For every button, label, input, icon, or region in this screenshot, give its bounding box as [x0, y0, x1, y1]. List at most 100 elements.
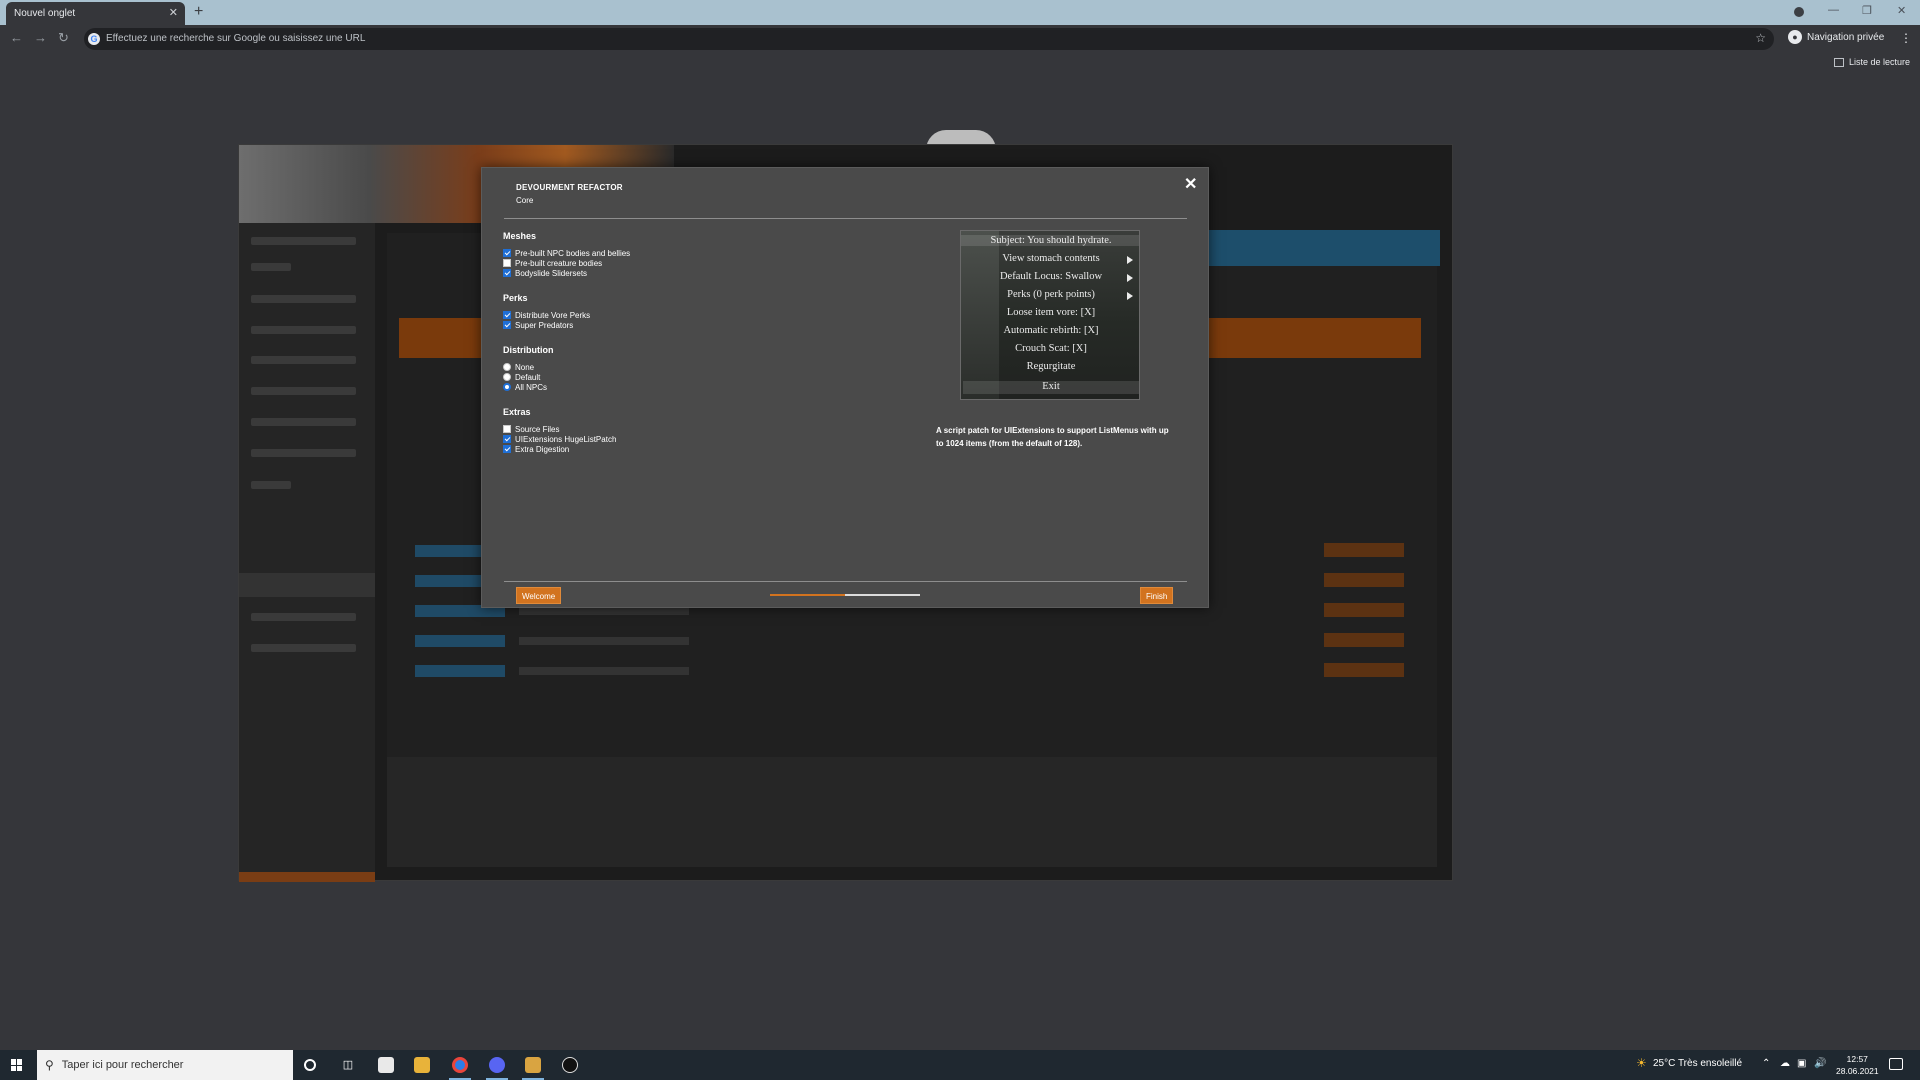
install-progress-bar	[770, 594, 920, 596]
clock-date: 28.06.2021	[1836, 1066, 1879, 1076]
reading-list-label: Liste de lecture	[1848, 57, 1910, 67]
option-bodyslide-slidersets[interactable]: Bodyslide Slidersets	[503, 268, 587, 278]
chrome-icon[interactable]	[452, 1057, 468, 1073]
tab-close-icon[interactable]: ✕	[169, 6, 178, 19]
incognito-indicator-icon	[1794, 7, 1804, 17]
background-list-row-text	[519, 667, 689, 675]
option-label: UIExtensions HugeListPatch	[515, 434, 617, 444]
dialog-title: DEVOURMENT REFACTOR	[516, 183, 623, 192]
checkbox[interactable]	[503, 259, 511, 267]
option-distribute-vore-perks[interactable]: Distribute Vore Perks	[503, 310, 590, 320]
option-label: All NPCs	[515, 382, 548, 392]
background-sidebar	[239, 223, 375, 882]
weather-icon[interactable]: ☀	[1636, 1056, 1647, 1070]
group-title-extras: Extras	[503, 407, 531, 417]
finish-button[interactable]: Finish	[1140, 587, 1174, 604]
option-prebuilt-npc-bodies[interactable]: Pre-built NPC bodies and bellies	[503, 248, 630, 258]
forward-icon[interactable]: →	[34, 30, 47, 45]
tray-chevron-icon[interactable]: ⌃	[1762, 1058, 1770, 1069]
radio-button[interactable]	[503, 363, 511, 371]
windows-start-icon[interactable]	[11, 1059, 23, 1071]
background-sidebar-item	[251, 481, 291, 489]
checkbox[interactable]	[503, 311, 511, 319]
cortana-icon[interactable]	[304, 1059, 316, 1071]
steam-icon[interactable]	[562, 1057, 578, 1073]
omnibox[interactable]: G Effectuez une recherche sur Google ou …	[84, 28, 1774, 50]
browser-menu-icon[interactable]: ⋮	[1900, 31, 1912, 45]
radio-button[interactable]	[503, 383, 511, 391]
option-distribution-none[interactable]: None	[503, 362, 534, 372]
checkbox[interactable]	[503, 249, 511, 257]
google-icon: G	[88, 33, 100, 45]
checkbox[interactable]	[503, 269, 511, 277]
option-description: A script patch for UIExtensions to suppo…	[936, 426, 1169, 448]
weather-label[interactable]: 25°C Très ensoleillé	[1653, 1058, 1742, 1069]
tab-new-tab[interactable]: Nouvel onglet ✕	[6, 2, 185, 25]
background-list-row-button	[1324, 633, 1404, 647]
preview-line: View stomach contents	[1002, 253, 1100, 264]
option-label: Pre-built creature bodies	[515, 258, 603, 268]
option-prebuilt-creature-bodies[interactable]: Pre-built creature bodies	[503, 258, 602, 268]
file-explorer-icon[interactable]	[414, 1057, 430, 1073]
new-tab-button[interactable]: +	[194, 3, 203, 21]
preview-line: Default Locus: Swallow	[999, 271, 1103, 282]
option-label: Extra Digestion	[515, 444, 570, 454]
option-extra-digestion[interactable]: Extra Digestion	[503, 444, 569, 454]
install-progress-fill	[770, 594, 845, 596]
option-distribution-default[interactable]: Default	[503, 372, 540, 382]
installer-dialog: DEVOURMENT REFACTOR Core ✕ Meshes Pre-bu…	[481, 167, 1209, 608]
option-label: None	[515, 362, 535, 372]
bookmark-star-icon[interactable]: ☆	[1755, 31, 1766, 45]
reading-list-icon	[1833, 57, 1844, 67]
background-sidebar-item	[251, 418, 356, 426]
option-distribution-all-npcs[interactable]: All NPCs	[503, 382, 547, 392]
private-label: Navigation privée	[1807, 31, 1885, 43]
checkbox[interactable]	[503, 445, 511, 453]
browser-toolbar: ← → ↻ G Effectuez une recherche sur Goog…	[0, 25, 1920, 53]
checkbox[interactable]	[503, 435, 511, 443]
option-label: Default	[515, 372, 541, 382]
back-icon[interactable]: ←	[10, 30, 23, 45]
search-icon: ⚲	[45, 1058, 54, 1072]
reading-list-button[interactable]: Liste de lecture	[1833, 57, 1910, 67]
back-welcome-button[interactable]: Welcome	[516, 587, 562, 604]
background-list-row-button	[1324, 603, 1404, 617]
background-sidebar-progress	[239, 872, 375, 882]
windows-taskbar: ⚲ Taper ici pour rechercher ◫ ☀ 25°C Trè…	[0, 1050, 1920, 1080]
network-icon[interactable]: ▣	[1797, 1058, 1806, 1069]
taskbar-search-box[interactable]: ⚲ Taper ici pour rechercher	[37, 1050, 293, 1080]
option-super-predators[interactable]: Super Predators	[503, 320, 573, 330]
bookmarks-bar: Liste de lecture	[0, 53, 1920, 73]
minimize-icon[interactable]: —	[1828, 4, 1839, 16]
option-source-files[interactable]: Source Files	[503, 424, 559, 434]
system-clock[interactable]: 12:57 28.06.2021	[1836, 1053, 1879, 1077]
background-list-row	[415, 665, 505, 677]
notepad-icon[interactable]	[378, 1057, 394, 1073]
option-preview-image: Subject: You should hydrate. View stomac…	[960, 230, 1140, 400]
option-uiextensions-hugelistpatch[interactable]: UIExtensions HugeListPatch	[503, 434, 616, 444]
private-browsing-indicator[interactable]: ● Navigation privée	[1788, 30, 1884, 44]
option-label: Source Files	[515, 424, 560, 434]
task-view-icon[interactable]: ◫	[340, 1057, 356, 1073]
background-sidebar-item	[251, 237, 356, 245]
restore-icon[interactable]: ❐	[1862, 4, 1872, 17]
background-sidebar-item	[251, 449, 356, 457]
option-label: Pre-built NPC bodies and bellies	[515, 248, 631, 258]
checkbox[interactable]	[503, 425, 511, 433]
discord-icon[interactable]	[489, 1057, 505, 1073]
background-list-row-text	[519, 637, 689, 645]
radio-button[interactable]	[503, 373, 511, 381]
reload-icon[interactable]: ↻	[58, 30, 69, 46]
checkbox[interactable]	[503, 321, 511, 329]
dialog-close-icon[interactable]: ✕	[1184, 177, 1197, 193]
mod-organizer-icon[interactable]	[525, 1057, 541, 1073]
background-blue-bar	[1205, 230, 1440, 266]
notification-center-icon[interactable]	[1889, 1058, 1903, 1070]
volume-icon[interactable]: 🔊	[1814, 1058, 1826, 1069]
incognito-icon: ●	[1788, 30, 1802, 44]
window-close-icon[interactable]: ✕	[1897, 4, 1906, 17]
dialog-footer-divider	[504, 581, 1187, 582]
onedrive-icon[interactable]: ☁	[1780, 1058, 1790, 1069]
submenu-arrow-icon	[1127, 256, 1133, 264]
group-title-perks: Perks	[503, 293, 528, 303]
